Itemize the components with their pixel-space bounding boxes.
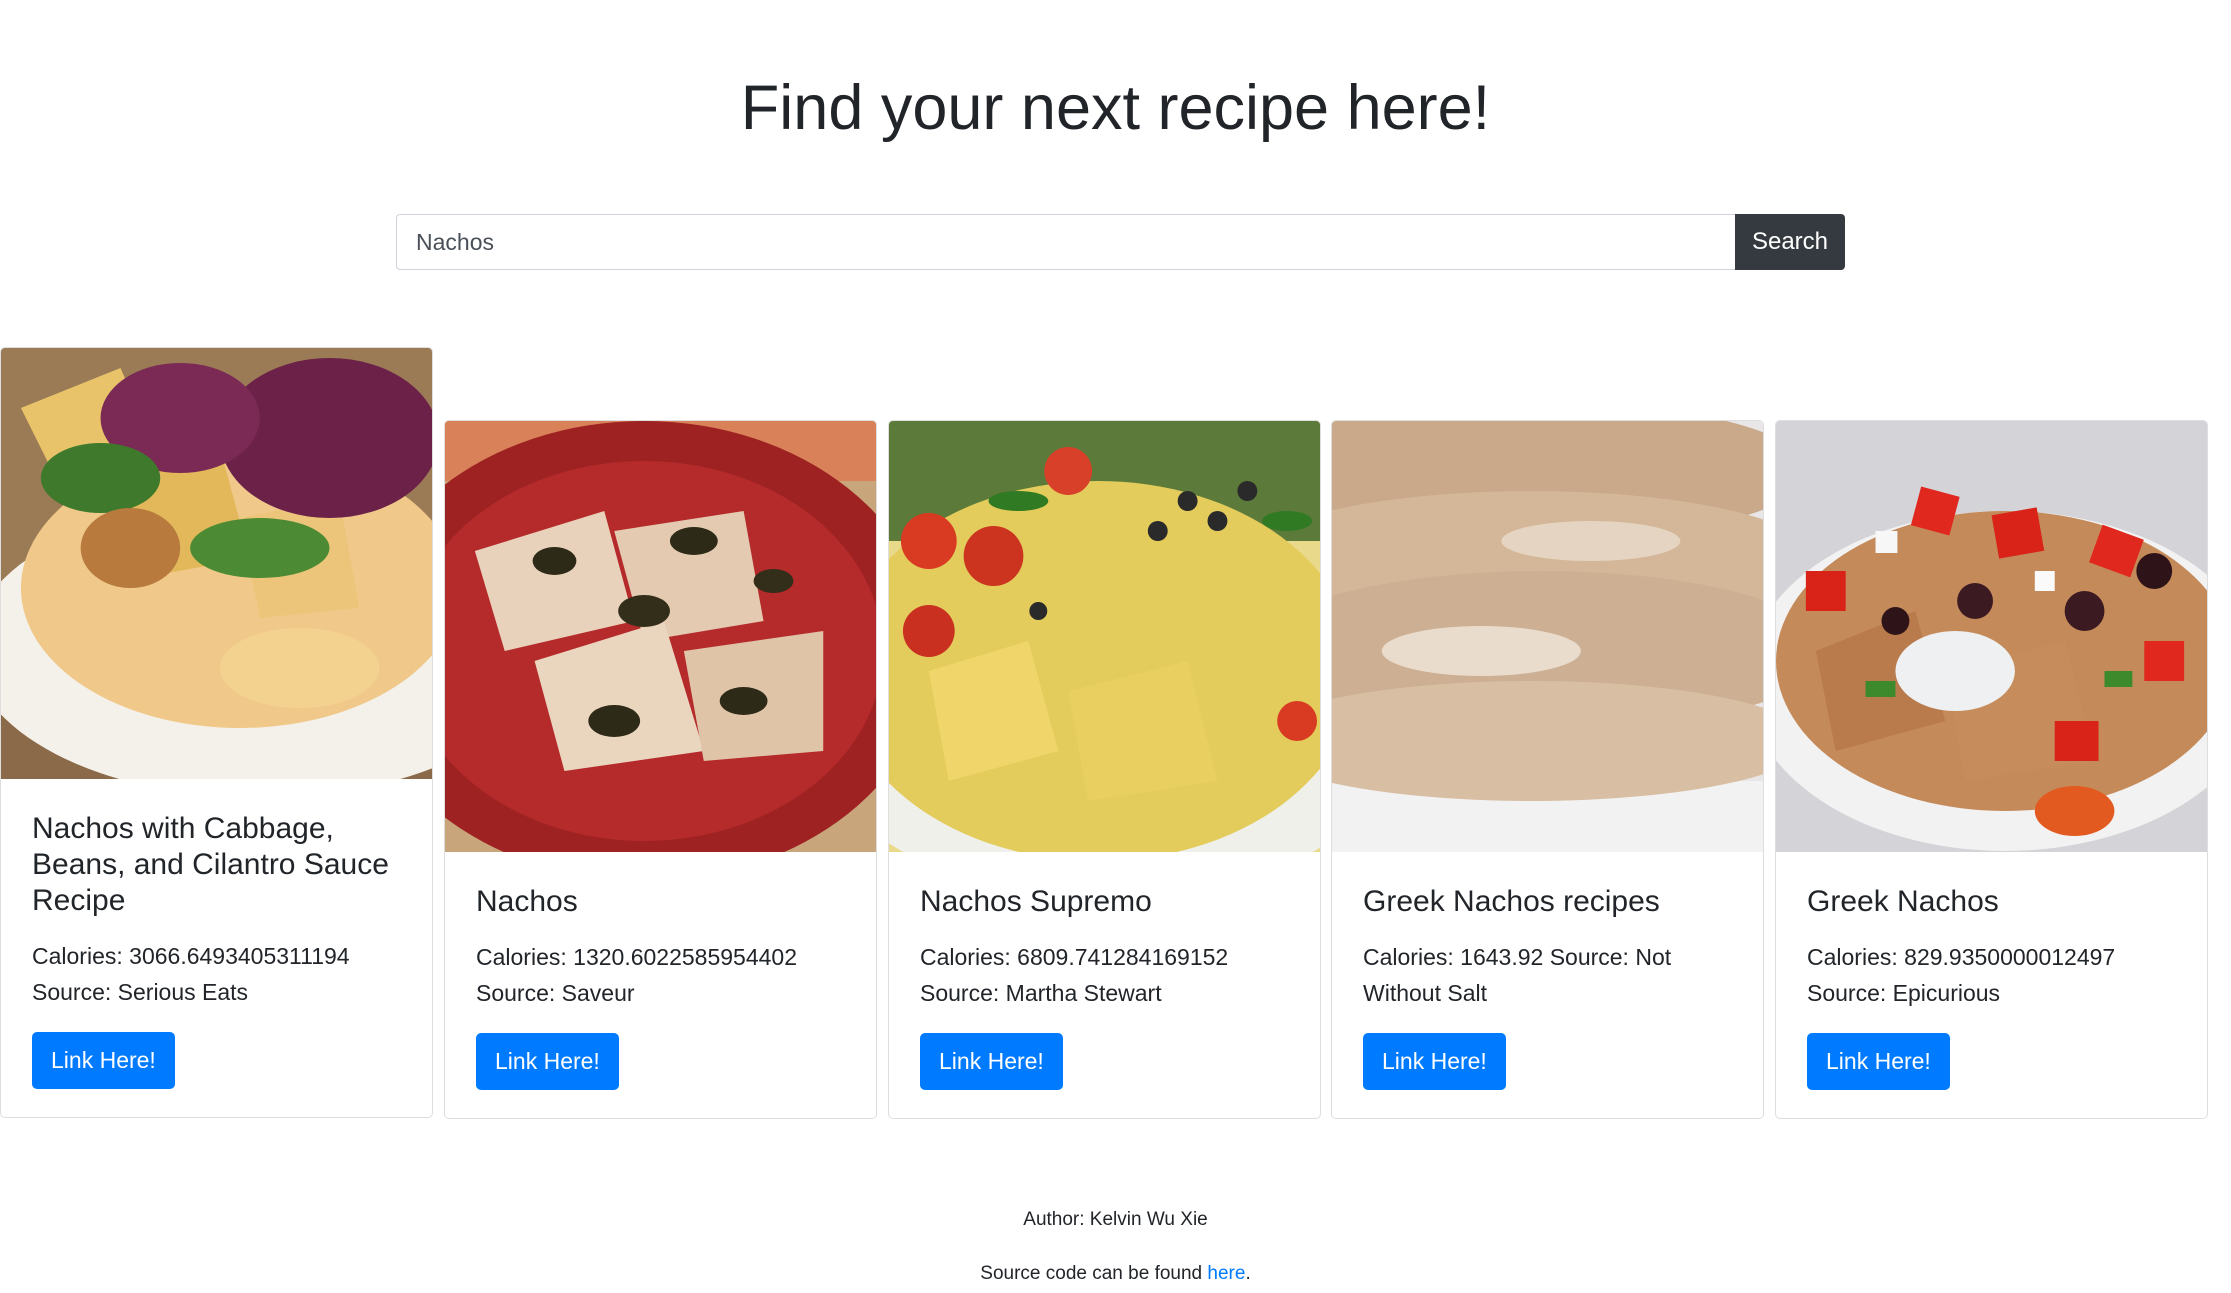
calories-value: 6809.741284169152 [1017, 944, 1229, 970]
author-credit: Author: Kelvin Wu Xie [1023, 1209, 1208, 1230]
calories-label: Calories: [920, 944, 1011, 970]
source-value: Saveur [561, 980, 635, 1006]
recipe-image [1332, 421, 1763, 852]
source-label: Source: [1549, 944, 1629, 970]
recipe-link-button[interactable]: Link Here! [476, 1033, 619, 1090]
recipe-card: Greek Nachos recipes Calories: 1643.92 S… [1331, 420, 1764, 1119]
source-code-link[interactable]: here [1207, 1263, 1245, 1284]
search-button[interactable]: Search [1735, 214, 1845, 270]
recipe-card: Greek Nachos Calories: 829.9350000012497… [1775, 420, 2208, 1119]
recipe-details: Calories: 1320.6022585954402 Source: Sav… [476, 939, 845, 1011]
source-prefix: Source code can be found [980, 1263, 1203, 1284]
recipe-link-button[interactable]: Link Here! [1363, 1033, 1506, 1090]
calories-value: 829.9350000012497 [1904, 944, 2116, 970]
recipe-card: Nachos Calories: 1320.6022585954402 Sour… [444, 420, 877, 1119]
source-value: Martha Stewart [1005, 980, 1162, 1006]
source-suffix: . [1245, 1263, 1251, 1284]
recipe-card: Nachos with Cabbage, Beans, and Cilantro… [0, 347, 433, 1118]
source-label: Source: [476, 980, 556, 1006]
recipe-details: Calories: 1643.92 Source: Not Without Sa… [1363, 939, 1732, 1011]
recipe-image [1, 348, 432, 779]
calories-label: Calories: [1363, 944, 1454, 970]
recipe-image [889, 421, 1320, 852]
recipe-image [1776, 421, 2207, 852]
recipe-title: Greek Nachos [1807, 885, 1999, 918]
recipe-details: Calories: 6809.741284169152 Source: Mart… [920, 939, 1289, 1011]
recipe-image [445, 421, 876, 852]
search-bar: Search [396, 214, 1845, 270]
recipe-title: Nachos Supremo [920, 885, 1152, 918]
calories-label: Calories: [476, 944, 567, 970]
calories-value: 3066.6493405311194 [129, 943, 350, 969]
calories-label: Calories: [1807, 944, 1898, 970]
recipe-link-button[interactable]: Link Here! [32, 1032, 175, 1089]
source-value: Serious Eats [117, 979, 249, 1005]
recipe-link-button[interactable]: Link Here! [920, 1033, 1063, 1090]
recipe-title: Greek Nachos recipes [1363, 885, 1660, 918]
recipe-card-grid: Nachos with Cabbage, Beans, and Cilantro… [0, 347, 2231, 1121]
source-credit: Source code can be found here. [0, 1263, 2231, 1285]
source-label: Source: [920, 980, 1000, 1006]
calories-value: 1643.92 [1460, 944, 1544, 970]
source-label: Source: [1807, 980, 1887, 1006]
source-value: Epicurious [1892, 980, 2001, 1006]
recipe-details: Calories: 3066.6493405311194 Source: Ser… [32, 938, 401, 1010]
recipe-card: Nachos Supremo Calories: 6809.7412841691… [888, 420, 1321, 1119]
calories-value: 1320.6022585954402 [573, 944, 798, 970]
page-title: Find your next recipe here! [740, 73, 1491, 143]
recipe-title: Nachos [476, 885, 578, 918]
source-label: Source: [32, 979, 112, 1005]
search-input[interactable] [396, 214, 1735, 270]
recipe-link-button[interactable]: Link Here! [1807, 1033, 1950, 1090]
calories-label: Calories: [32, 943, 123, 969]
recipe-title: Nachos with Cabbage, Beans, and Cilantro… [32, 812, 389, 917]
recipe-details: Calories: 829.9350000012497 Source: Epic… [1807, 939, 2176, 1011]
